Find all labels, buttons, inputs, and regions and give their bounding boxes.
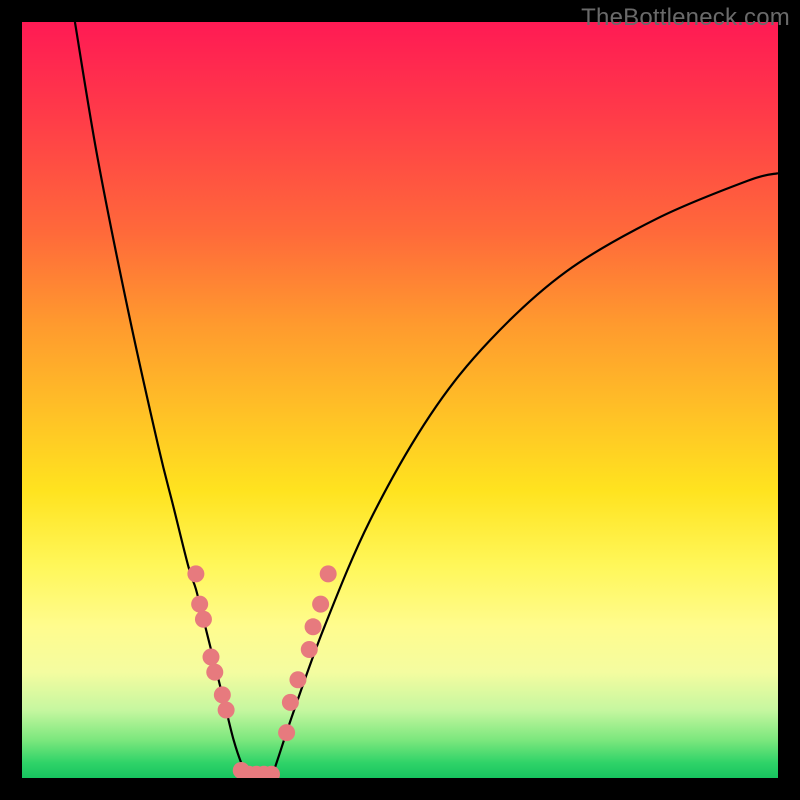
- marker-layer: [187, 565, 336, 778]
- data-marker: [203, 649, 220, 666]
- data-marker: [305, 618, 322, 635]
- data-marker: [289, 671, 306, 688]
- data-marker: [214, 686, 231, 703]
- data-marker: [320, 565, 337, 582]
- data-marker: [282, 694, 299, 711]
- chart-svg: [22, 22, 778, 778]
- data-marker: [187, 565, 204, 582]
- curve-layer: [75, 22, 778, 778]
- plot-area: [22, 22, 778, 778]
- data-marker: [278, 724, 295, 741]
- data-marker: [218, 701, 235, 718]
- chart-frame: TheBottleneck.com: [0, 0, 800, 800]
- data-marker: [191, 596, 208, 613]
- data-marker: [301, 641, 318, 658]
- data-marker: [195, 611, 212, 628]
- data-marker: [206, 664, 223, 681]
- bottleneck-curve: [75, 22, 778, 778]
- data-marker: [312, 596, 329, 613]
